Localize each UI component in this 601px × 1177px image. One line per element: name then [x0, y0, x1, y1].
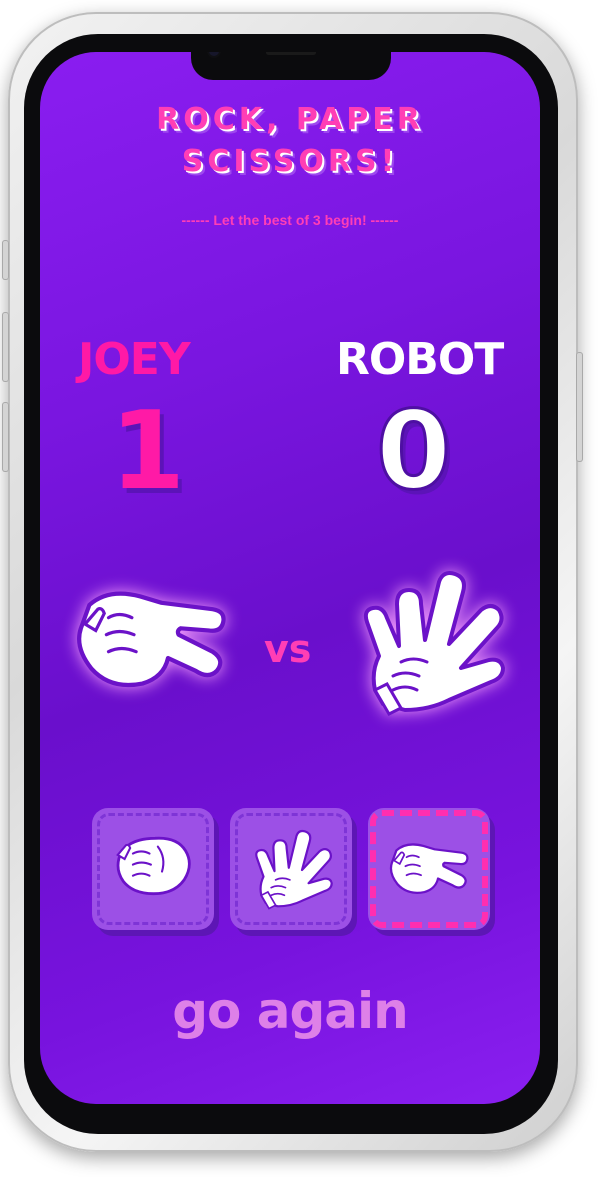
speaker-grille	[266, 52, 316, 55]
game-title-line1: ROCK, PAPER	[156, 102, 424, 137]
phone-volume-down-button	[2, 402, 9, 472]
player-name: JOEY	[78, 334, 191, 385]
scissors-choice-button[interactable]	[368, 808, 490, 930]
phone-volume-up-button	[2, 312, 9, 382]
phone-notch	[191, 52, 391, 80]
go-again-button[interactable]: go again	[40, 982, 540, 1040]
paper-hand-icon	[255, 829, 333, 910]
vs-label: vs	[264, 627, 312, 671]
paper-choice-button[interactable]	[230, 808, 352, 930]
paper-hand-icon	[344, 564, 514, 728]
opponent-name: ROBOT	[336, 334, 504, 385]
game-screen: ROCK, PAPER SCISSORS! ------ Let the bes…	[40, 52, 540, 1104]
rock-choice-button[interactable]	[92, 808, 214, 930]
game-title-line2: SCISSORS!	[181, 144, 399, 179]
rock-hand-icon	[116, 836, 191, 896]
phone-power-button	[576, 352, 583, 462]
scissors-hand-icon	[389, 843, 469, 894]
front-camera	[209, 52, 219, 56]
player-score: 1	[110, 389, 186, 514]
scissors-hand-icon	[66, 580, 236, 704]
opponent-score: 0	[374, 389, 452, 514]
game-subtitle: ------ Let the best of 3 begin! ------	[181, 212, 399, 228]
phone-silent-switch	[2, 240, 9, 280]
